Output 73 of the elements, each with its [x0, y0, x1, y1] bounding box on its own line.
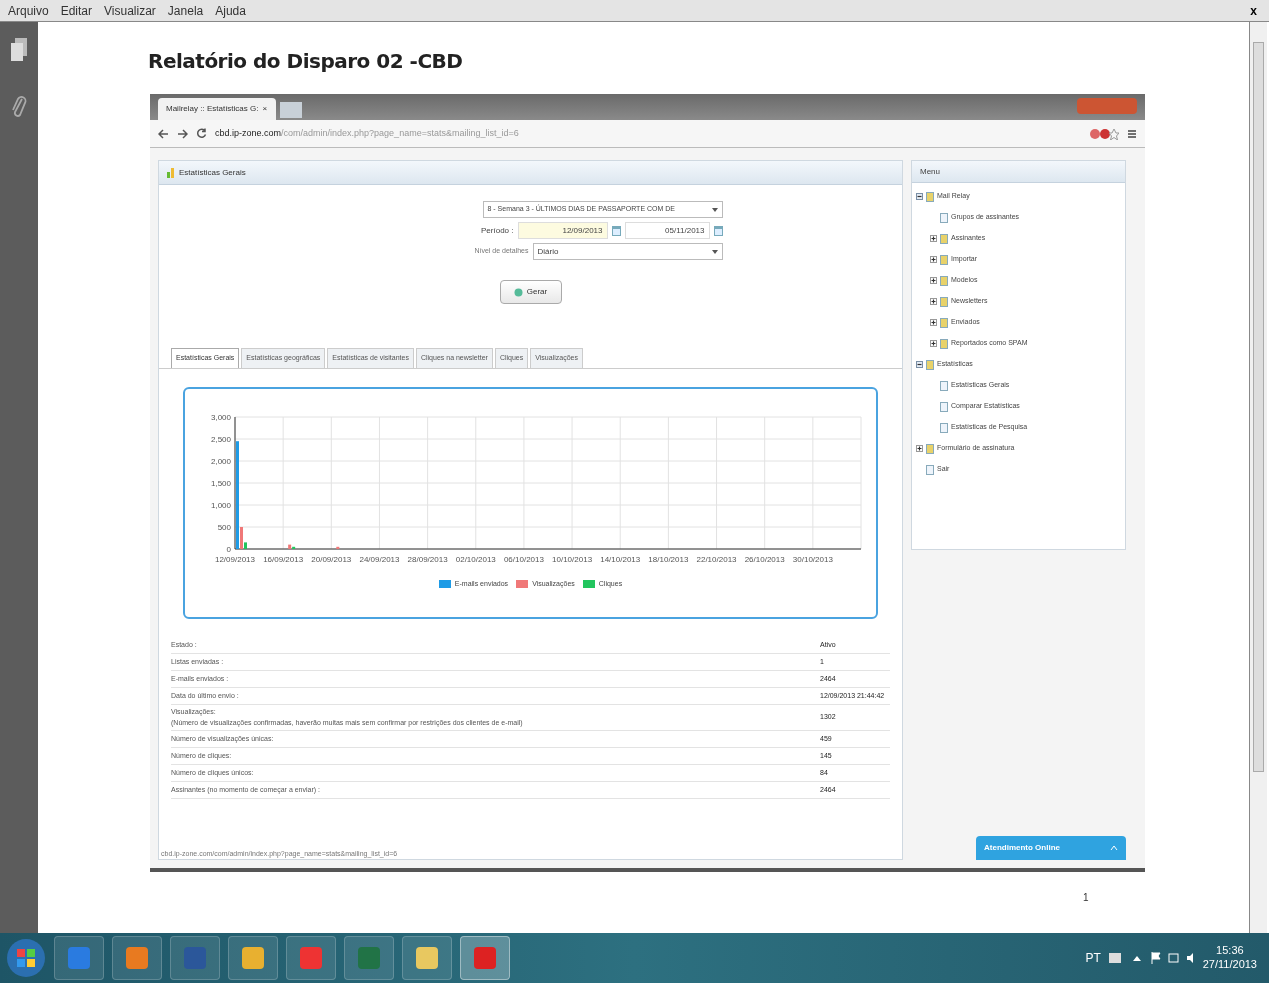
forward-icon[interactable]	[177, 128, 188, 139]
page-icon	[940, 212, 948, 223]
expand-icon[interactable]	[930, 256, 937, 263]
paperclip-icon[interactable]	[10, 94, 28, 120]
y-tick-label: 0	[226, 545, 231, 554]
expand-icon[interactable]	[916, 445, 923, 452]
x-tick-label: 16/09/2013	[262, 555, 303, 564]
page-icon	[940, 380, 948, 391]
chart-icon	[167, 167, 175, 178]
generate-button[interactable]: Gerar	[499, 280, 562, 304]
expand-icon[interactable]	[930, 298, 937, 305]
extension-icons[interactable]	[1089, 127, 1119, 140]
field-label: Período :	[481, 224, 514, 237]
menu-item[interactable]: Editar	[60, 1, 93, 20]
calendar-icon[interactable]	[611, 225, 621, 236]
x-tick-label: 10/10/2013	[551, 555, 592, 564]
x-tick-label: 02/10/2013	[455, 555, 496, 564]
expand-icon[interactable]	[930, 277, 937, 284]
date-field[interactable]: 05/11/2013	[624, 222, 710, 239]
pages-icon[interactable]	[10, 38, 28, 62]
collapse-icon[interactable]	[916, 193, 923, 200]
x-tick-label: 24/09/2013	[358, 555, 399, 564]
panel-title: Estatísticas Gerais	[179, 166, 246, 179]
clock-date[interactable]: 27/11/2013	[1202, 958, 1257, 972]
detail-select[interactable]: Diário	[532, 243, 723, 260]
menu-title: Menu	[912, 161, 1125, 183]
back-icon[interactable]	[158, 128, 169, 139]
calendar-icon[interactable]	[713, 225, 723, 236]
scroll-bar[interactable]	[1249, 22, 1267, 933]
url-text: cbd.ip-zone.com/com/admin/index.php?page_name=stats&mailing_list_id=6	[215, 126, 519, 140]
expand-icon[interactable]	[930, 235, 937, 242]
tab-close-button[interactable]: ×	[262, 103, 268, 115]
caret-icon	[711, 207, 718, 212]
page-icon	[940, 422, 948, 433]
browser-tab[interactable]: Mailrelay :: Estatísticas G: ×	[158, 98, 276, 120]
x-tick-label: 14/10/2013	[599, 555, 640, 564]
language-indicator[interactable]: PT	[1085, 949, 1101, 967]
expand-icon[interactable]	[930, 340, 937, 347]
clock-time[interactable]: 15:36	[1216, 944, 1244, 958]
y-tick-label: 2,500	[210, 435, 231, 444]
x-tick-label: 18/10/2013	[647, 555, 688, 564]
date-field[interactable]: 12/09/2013	[517, 222, 608, 239]
x-tick-label: 20/09/2013	[310, 555, 351, 564]
address-field[interactable]: cbd.ip-zone.com/com/admin/index.php?page_name=stats&mailing_list_id=6	[215, 123, 1081, 144]
tab-title: Mailrelay :: Estatísticas G:	[166, 103, 259, 115]
x-tick-label: 22/10/2013	[696, 555, 737, 564]
start-button[interactable]	[4, 936, 48, 980]
y-tick-label: 3,000	[210, 413, 231, 422]
page-icon	[926, 464, 934, 475]
bar	[335, 546, 339, 549]
close-button[interactable]: x	[1246, 1, 1261, 20]
expand-icon[interactable]	[930, 319, 937, 326]
x-tick-label: 30/10/2013	[792, 555, 833, 564]
reload-icon[interactable]	[196, 128, 207, 139]
menu-item[interactable]: Janela	[167, 1, 204, 20]
x-tick-label: 26/10/2013	[744, 555, 785, 564]
y-tick-label: 1,000	[210, 501, 231, 510]
caret-icon	[711, 249, 718, 254]
x-tick-label: 12/09/2013	[214, 555, 255, 564]
y-tick-label: 2,000	[210, 457, 231, 466]
y-tick-label: 1,500	[210, 479, 231, 488]
page-number: 1	[1083, 891, 1089, 905]
menu-item[interactable]: Ajuda	[215, 1, 246, 20]
menu-icon[interactable]	[1127, 128, 1137, 139]
caret-icon	[1110, 845, 1118, 851]
x-tick-label: 06/10/2013	[503, 555, 544, 564]
x-tick-label: 28/09/2013	[407, 555, 448, 564]
menu-item[interactable]: Arquivo	[8, 1, 49, 20]
page-icon	[940, 401, 948, 412]
menu-item[interactable]: Visualizar	[104, 1, 156, 20]
document-title: Relatório do Disparo 02 -CBD	[148, 48, 464, 75]
collapse-icon[interactable]	[916, 361, 923, 368]
y-tick-label: 500	[217, 523, 231, 532]
